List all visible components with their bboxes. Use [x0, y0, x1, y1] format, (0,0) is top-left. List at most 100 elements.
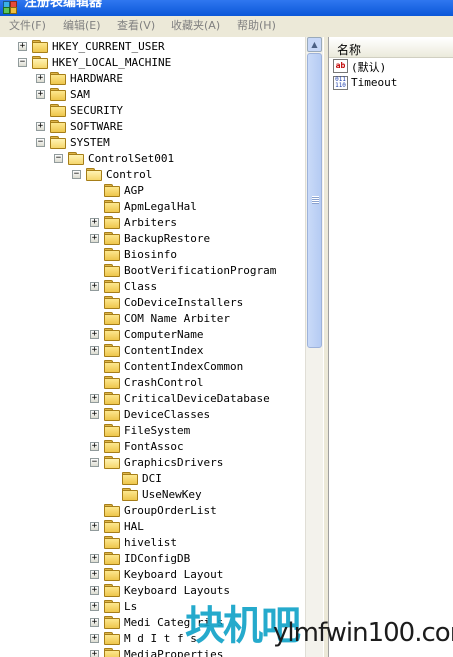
folder-open-icon — [32, 56, 48, 69]
expand-icon[interactable]: + — [90, 346, 99, 355]
tree-node[interactable]: + HARDWARE — [0, 71, 305, 87]
expand-icon[interactable]: + — [90, 634, 99, 643]
expand-icon[interactable]: + — [90, 554, 99, 563]
tree-node[interactable]: UseNewKey — [0, 487, 305, 503]
column-header-name[interactable]: 名称 — [329, 38, 453, 58]
tree-node[interactable]: BootVerificationProgram — [0, 263, 305, 279]
tree-node[interactable]: ContentIndexCommon — [0, 359, 305, 375]
expand-icon[interactable]: + — [90, 618, 99, 627]
tree-node[interactable]: SECURITY — [0, 103, 305, 119]
scroll-thumb[interactable] — [307, 53, 322, 348]
tree-node-label: HKEY_CURRENT_USER — [52, 40, 165, 53]
folder-icon — [104, 376, 120, 389]
expand-icon[interactable]: + — [90, 218, 99, 227]
expand-icon[interactable]: + — [90, 442, 99, 451]
tree-node[interactable]: − HKEY_LOCAL_MACHINE — [0, 55, 305, 71]
expand-icon[interactable]: + — [90, 330, 99, 339]
menu-help[interactable]: 帮助(H) — [237, 19, 276, 33]
expand-icon[interactable]: + — [90, 522, 99, 531]
tree-node[interactable]: − GraphicsDrivers — [0, 455, 305, 471]
tree-node[interactable]: DCI — [0, 471, 305, 487]
folder-icon — [104, 216, 120, 229]
regedit-icon — [3, 1, 17, 14]
menu-favorites[interactable]: 收藏夹(A) — [171, 19, 220, 33]
expand-icon[interactable]: + — [90, 602, 99, 611]
tree-node[interactable]: + SAM — [0, 87, 305, 103]
tree-node[interactable]: + Medi Categ ri s — [0, 615, 305, 631]
folder-icon — [104, 408, 120, 421]
tree-node[interactable]: hivelist — [0, 535, 305, 551]
expand-icon[interactable]: + — [90, 650, 99, 657]
expand-icon[interactable]: + — [36, 74, 45, 83]
tree-node[interactable]: Biosinfo — [0, 247, 305, 263]
tree-node[interactable]: + Class — [0, 279, 305, 295]
scroll-up-arrow-icon[interactable]: ▲ — [307, 37, 322, 52]
menu-edit[interactable]: 编辑(E) — [63, 19, 101, 33]
tree-node[interactable]: + BackupRestore — [0, 231, 305, 247]
tree-node[interactable]: + Ls — [0, 599, 305, 615]
tree-node[interactable]: + ComputerName — [0, 327, 305, 343]
expand-icon[interactable]: + — [90, 586, 99, 595]
expand-icon[interactable]: + — [90, 394, 99, 403]
tree-node[interactable]: + HAL — [0, 519, 305, 535]
tree-node[interactable]: AGP — [0, 183, 305, 199]
registry-key-tree[interactable]: + HKEY_CURRENT_USER − HKEY_LOCAL_MACHINE + HA… — [0, 37, 325, 657]
tree-node[interactable]: + HKEY_CURRENT_USER — [0, 39, 305, 55]
tree-node[interactable]: + Keyboard Layout — [0, 567, 305, 583]
tree-node[interactable]: + FontAssoc — [0, 439, 305, 455]
tree-node-label: Keyboard Layouts — [124, 584, 230, 597]
collapse-icon[interactable]: − — [90, 458, 99, 467]
expand-icon[interactable]: + — [90, 234, 99, 243]
folder-icon — [104, 584, 120, 597]
tree-node-label: FontAssoc — [124, 440, 184, 453]
expand-icon[interactable]: + — [90, 410, 99, 419]
tree-node-label: CoDeviceInstallers — [124, 296, 244, 309]
tree-node-label: Ls — [124, 600, 138, 613]
tree-node[interactable]: − SYSTEM — [0, 135, 305, 151]
values-pane[interactable]: 名称 ab (默认) 011 110 Timeout — [328, 37, 453, 657]
tree-node-label: Biosinfo — [124, 248, 177, 261]
expand-icon[interactable]: + — [18, 42, 27, 51]
tree-node[interactable]: − Control — [0, 167, 305, 183]
tree-node[interactable]: + Keyboard Layouts — [0, 583, 305, 599]
menu-file[interactable]: 文件(F) — [9, 19, 46, 33]
tree-vertical-scrollbar[interactable]: ▲ — [305, 37, 323, 657]
expand-icon[interactable]: + — [90, 570, 99, 579]
tree-node[interactable]: + ContentIndex — [0, 343, 305, 359]
folder-icon — [32, 40, 48, 53]
tree-node-label: GroupOrderList — [124, 504, 217, 517]
menu-view[interactable]: 查看(V) — [117, 19, 155, 33]
folder-icon — [104, 504, 120, 517]
tree-node-label: Arbiters — [124, 216, 177, 229]
folder-icon — [50, 88, 66, 101]
expand-icon[interactable]: + — [36, 90, 45, 99]
tree-node-label: Keyboard Layout — [124, 568, 224, 581]
tree-node[interactable]: + M d I t f s — [0, 631, 305, 647]
folder-icon — [122, 488, 138, 501]
collapse-icon[interactable]: − — [72, 170, 81, 179]
folder-icon — [104, 536, 120, 549]
tree-node[interactable]: FileSystem — [0, 423, 305, 439]
tree-node[interactable]: + IDConfigDB — [0, 551, 305, 567]
tree-node[interactable]: + SOFTWARE — [0, 119, 305, 135]
folder-icon — [104, 280, 120, 293]
tree-node[interactable]: CoDeviceInstallers — [0, 295, 305, 311]
tree-node[interactable]: + CriticalDeviceDatabase — [0, 391, 305, 407]
tree-node[interactable]: COM Name Arbiter — [0, 311, 305, 327]
collapse-icon[interactable]: − — [18, 58, 27, 67]
tree-node[interactable]: ApmLegalHal — [0, 199, 305, 215]
tree-node-label: HAL — [124, 520, 144, 533]
folder-icon — [104, 312, 120, 325]
tree-node[interactable]: CrashControl — [0, 375, 305, 391]
folder-icon — [104, 648, 120, 657]
tree-node[interactable]: + Arbiters — [0, 215, 305, 231]
collapse-icon[interactable]: − — [54, 154, 63, 163]
tree-node[interactable]: − ControlSet001 — [0, 151, 305, 167]
value-name: (默认) — [351, 61, 387, 74]
expand-icon[interactable]: + — [36, 122, 45, 131]
tree-node[interactable]: + DeviceClasses — [0, 407, 305, 423]
expand-icon[interactable]: + — [90, 282, 99, 291]
collapse-icon[interactable]: − — [36, 138, 45, 147]
tree-node[interactable]: GroupOrderList — [0, 503, 305, 519]
tree-node[interactable]: + MediaProperties — [0, 647, 305, 657]
